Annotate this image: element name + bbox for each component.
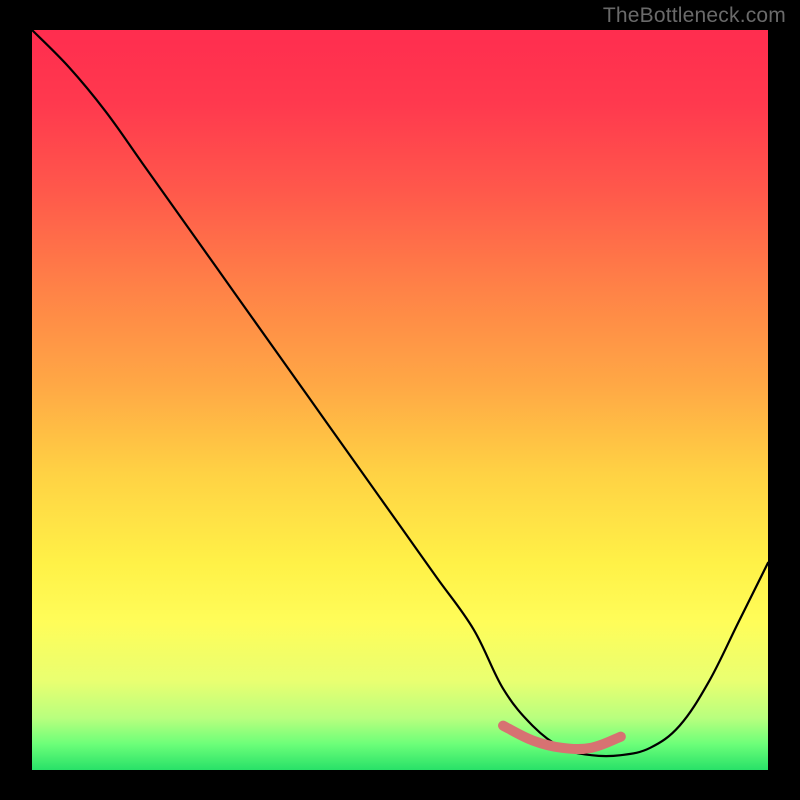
- attribution-watermark: TheBottleneck.com: [603, 4, 786, 28]
- chart-stage: TheBottleneck.com: [0, 0, 800, 800]
- gradient-background: [32, 30, 768, 770]
- plot-area: [32, 30, 768, 770]
- plot-svg: [32, 30, 768, 770]
